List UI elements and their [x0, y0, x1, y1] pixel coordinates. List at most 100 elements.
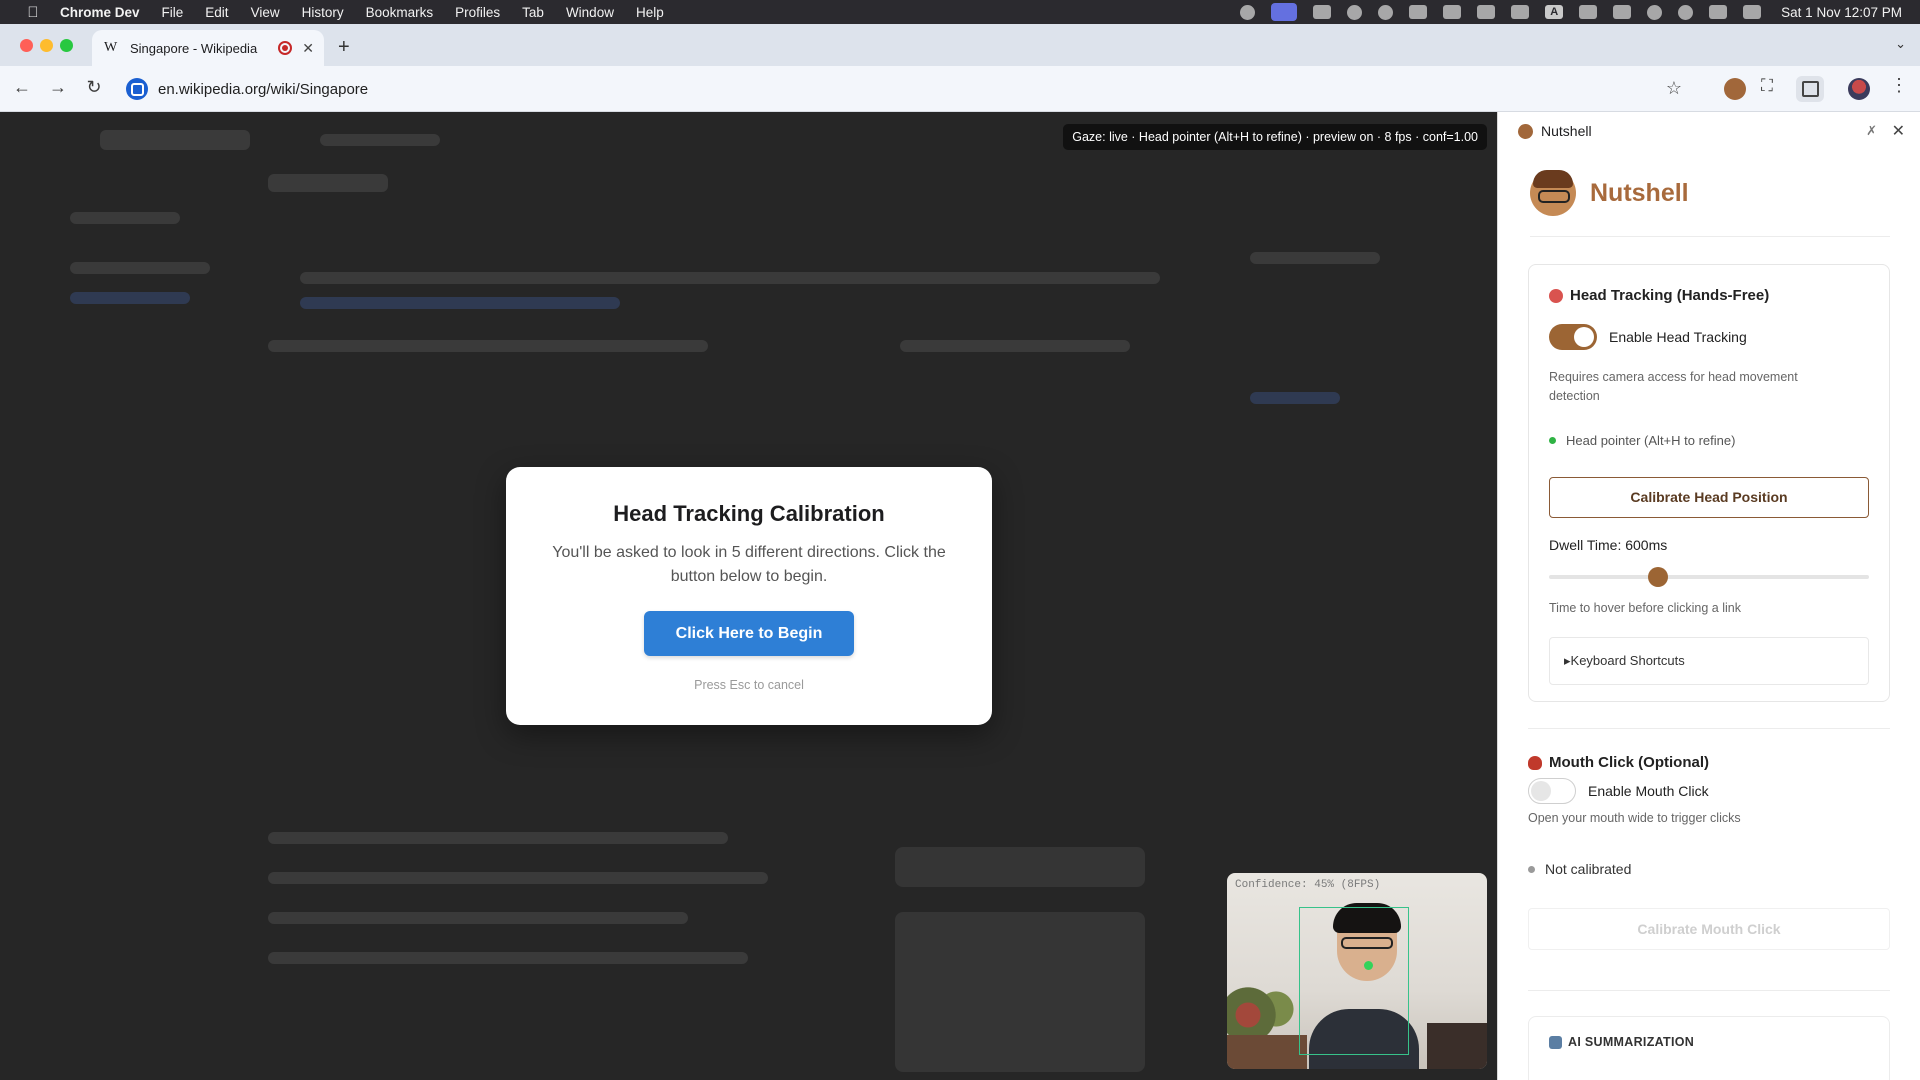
- blurred-link: [300, 297, 620, 309]
- reload-button[interactable]: ↻: [82, 77, 106, 98]
- nose-tracking-dot: [1364, 961, 1373, 970]
- dwell-slider-thumb[interactable]: [1647, 567, 1668, 587]
- menu-view[interactable]: View: [251, 5, 280, 20]
- blurred-link: [70, 292, 190, 304]
- divider: [1528, 728, 1890, 729]
- blurred-image: [895, 912, 1145, 1072]
- unpin-icon[interactable]: ✗: [1866, 123, 1877, 139]
- camera-background-plant: [1227, 979, 1297, 1039]
- menu-help[interactable]: Help: [636, 5, 664, 20]
- blurred-logo: [100, 130, 250, 150]
- keyboard-icon[interactable]: [1709, 5, 1728, 19]
- status-dot-icon: [1528, 865, 1535, 873]
- side-panel-icon[interactable]: [1796, 76, 1824, 102]
- tray-screen-share-icon[interactable]: [1271, 3, 1298, 21]
- tab-close-icon[interactable]: ✕: [302, 40, 314, 57]
- browser-menu-icon[interactable]: ⋮: [1890, 75, 1908, 97]
- address-bar[interactable]: en.wikipedia.org/wiki/Singapore ☆: [122, 72, 1694, 106]
- enable-mouth-click-label: Enable Mouth Click: [1588, 783, 1709, 799]
- tab-strip: W Singapore - Wikipedia ✕ + ⌄: [0, 24, 1920, 66]
- ai-summarization-card: AI SUMMARIZATION: [1528, 1016, 1890, 1080]
- status-dot-icon: [1549, 437, 1556, 444]
- head-tracking-status-text: Head pointer (Alt+H to refine): [1566, 433, 1736, 448]
- nutshell-small-icon: [1518, 123, 1533, 139]
- tray-sync-icon[interactable]: [1347, 4, 1363, 20]
- dwell-time-slider[interactable]: [1549, 567, 1869, 587]
- web-page-overlay: Gaze: live · Head pointer (Alt+H to refi…: [0, 112, 1497, 1080]
- camera-background-furniture: [1227, 1035, 1307, 1069]
- menu-edit[interactable]: Edit: [205, 5, 228, 20]
- camera-preview: Confidence: 45% (8FPS): [1227, 873, 1487, 1069]
- menu-tab[interactable]: Tab: [522, 5, 544, 20]
- spotlight-search-icon[interactable]: [1678, 4, 1694, 20]
- mouth-click-status-text: Not calibrated: [1545, 861, 1632, 877]
- window-minimize-button[interactable]: [40, 39, 53, 52]
- blurred-text: [268, 912, 688, 924]
- mouth-click-status: Not calibrated: [1528, 861, 1631, 877]
- tray-app4-icon[interactable]: [1511, 5, 1530, 19]
- tab-search-chevron-icon[interactable]: ⌄: [1895, 36, 1906, 52]
- enable-mouth-click-toggle[interactable]: [1528, 778, 1576, 804]
- ai-summarization-title: AI SUMMARIZATION: [1549, 1035, 1694, 1049]
- tray-app-icon[interactable]: [1240, 4, 1256, 20]
- tray-chat-icon[interactable]: [1443, 5, 1462, 19]
- calibrate-mouth-click-button[interactable]: Calibrate Mouth Click: [1528, 908, 1890, 950]
- blurred-text: [70, 212, 180, 224]
- extensions-puzzle-icon[interactable]: ⛶: [1761, 76, 1783, 98]
- blurred-text: [900, 340, 1130, 352]
- mouth-click-hint: Open your mouth wide to trigger clicks: [1528, 811, 1741, 825]
- brand-header: Nutshell: [1530, 170, 1689, 216]
- display-icon[interactable]: [1579, 5, 1598, 19]
- profile-avatar[interactable]: [1848, 78, 1870, 100]
- calibration-modal: Head Tracking Calibration You'll be aske…: [506, 467, 992, 725]
- blurred-text: [268, 952, 748, 964]
- tray-app2-icon[interactable]: [1409, 5, 1428, 19]
- menu-history[interactable]: History: [302, 5, 344, 20]
- head-tracking-title: Head Tracking (Hands-Free): [1549, 287, 1769, 304]
- menu-profiles[interactable]: Profiles: [455, 5, 500, 20]
- site-info-icon[interactable]: [126, 78, 148, 100]
- menu-app-name[interactable]: Chrome Dev: [60, 5, 140, 20]
- head-tracking-hint: Requires camera access for head movement…: [1549, 370, 1798, 403]
- modal-cancel-hint: Press Esc to cancel: [694, 678, 804, 692]
- wikipedia-favicon-icon: W: [104, 40, 118, 55]
- blurred-text: [268, 832, 728, 844]
- blurred-text: [1250, 252, 1380, 264]
- nutshell-extension-icon[interactable]: [1724, 78, 1746, 100]
- menu-file[interactable]: File: [162, 5, 184, 20]
- head-tracking-card: Head Tracking (Hands-Free) Enable Head T…: [1528, 264, 1890, 702]
- side-panel-header: Nutshell ✗ ✕: [1498, 112, 1920, 150]
- side-panel-close-icon[interactable]: ✕: [1892, 121, 1905, 141]
- window-close-button[interactable]: [20, 39, 33, 52]
- tab-singapore-wikipedia[interactable]: W Singapore - Wikipedia ✕: [92, 30, 324, 66]
- input-source-icon[interactable]: A: [1545, 5, 1564, 19]
- back-button[interactable]: ←: [10, 77, 34, 98]
- brand-name: Nutshell: [1590, 178, 1689, 207]
- menu-window[interactable]: Window: [566, 5, 614, 20]
- control-center-icon[interactable]: [1743, 5, 1762, 19]
- begin-calibration-button[interactable]: Click Here to Begin: [644, 611, 854, 656]
- tray-record-icon[interactable]: [1378, 4, 1394, 20]
- window-zoom-button[interactable]: [60, 39, 73, 52]
- enable-head-tracking-toggle[interactable]: [1549, 324, 1597, 350]
- tab-title: Singapore - Wikipedia: [130, 40, 258, 56]
- new-tab-button[interactable]: +: [338, 36, 350, 59]
- menu-bookmarks[interactable]: Bookmarks: [366, 5, 434, 20]
- url-text[interactable]: en.wikipedia.org/wiki/Singapore: [158, 81, 368, 98]
- browser-toolbar: ← → ↻ en.wikipedia.org/wiki/Singapore ☆ …: [0, 66, 1920, 112]
- tray-app3-icon[interactable]: [1477, 5, 1496, 19]
- keyboard-shortcuts-disclosure[interactable]: ▸Keyboard Shortcuts: [1549, 637, 1869, 685]
- battery-icon[interactable]: [1613, 5, 1632, 19]
- modal-body: You'll be asked to look in 5 different d…: [552, 544, 946, 585]
- calibrate-head-position-button[interactable]: Calibrate Head Position: [1549, 477, 1869, 518]
- dwell-time-label: Dwell Time: 600ms: [1549, 537, 1668, 553]
- apple-menu-icon[interactable]: : [20, 4, 46, 21]
- bookmark-star-icon[interactable]: ☆: [1666, 78, 1682, 99]
- blurred-search: [320, 134, 440, 146]
- menu-clock[interactable]: Sat 1 Nov 12:07 PM: [1781, 5, 1902, 20]
- wifi-icon[interactable]: [1647, 4, 1663, 20]
- blurred-text: [268, 340, 708, 352]
- tray-finder-icon[interactable]: [1313, 5, 1332, 19]
- forward-button[interactable]: →: [46, 77, 70, 98]
- robot-icon: [1549, 1035, 1562, 1049]
